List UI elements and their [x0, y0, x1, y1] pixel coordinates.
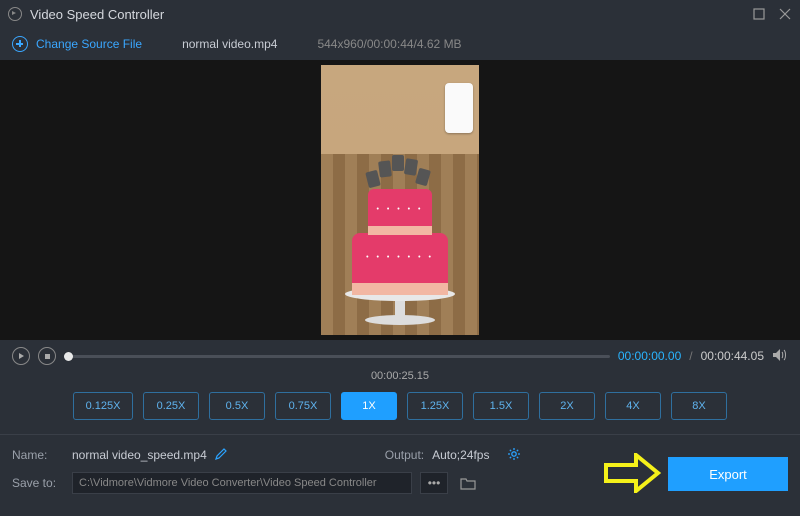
time-current: 00:00:00.00	[618, 349, 681, 363]
saveto-path-input[interactable]: C:\Vidmore\Vidmore Video Converter\Video…	[72, 472, 412, 494]
source-meta: 544x960/00:00:44/4.62 MB	[317, 37, 461, 51]
output-name-value: normal video_speed.mp4	[72, 448, 207, 462]
export-panel: Name: normal video_speed.mp4 Output: Aut…	[0, 443, 800, 495]
speed-selector-row: 0.125X 0.25X 0.5X 0.75X 1X 1.25X 1.5X 2X…	[0, 390, 800, 434]
app-logo-icon	[8, 7, 22, 21]
close-button[interactable]	[778, 7, 792, 21]
change-source-button[interactable]: Change Source File	[12, 36, 142, 52]
seek-bar[interactable]	[64, 355, 610, 358]
plus-circle-icon	[12, 36, 28, 52]
video-preview-area: • • • • •• • • • • • •	[0, 60, 800, 340]
divider	[0, 434, 800, 435]
maximize-button[interactable]	[752, 7, 766, 21]
play-button[interactable]	[12, 347, 30, 365]
change-source-label: Change Source File	[36, 37, 142, 51]
speed-0-25x[interactable]: 0.25X	[143, 392, 199, 420]
speed-1x[interactable]: 1X	[341, 392, 397, 420]
ellipsis-icon: •••	[428, 476, 441, 490]
name-label: Name:	[12, 448, 64, 462]
output-format-value: Auto;24fps	[432, 448, 489, 462]
center-timestamp: 00:00:25.15	[0, 366, 800, 390]
speed-0-125x[interactable]: 0.125X	[73, 392, 133, 420]
speed-8x[interactable]: 8X	[671, 392, 727, 420]
saveto-label: Save to:	[12, 476, 64, 490]
title-bar: Video Speed Controller	[0, 0, 800, 28]
play-icon	[19, 353, 24, 359]
edit-name-button[interactable]	[215, 448, 227, 463]
speed-4x[interactable]: 4X	[605, 392, 661, 420]
app-title: Video Speed Controller	[30, 7, 164, 22]
export-button[interactable]: Export	[668, 457, 788, 491]
playback-controls: 00:00:00.00/00:00:44.05	[0, 340, 800, 366]
speed-1-5x[interactable]: 1.5X	[473, 392, 529, 420]
time-total: 00:00:44.05	[701, 349, 764, 363]
open-folder-button[interactable]	[456, 472, 480, 494]
speed-0-5x[interactable]: 0.5X	[209, 392, 265, 420]
speed-1-25x[interactable]: 1.25X	[407, 392, 463, 420]
output-label: Output:	[385, 448, 424, 462]
stop-button[interactable]	[38, 347, 56, 365]
browse-path-button[interactable]: •••	[420, 472, 448, 494]
source-info-bar: Change Source File normal video.mp4 544x…	[0, 28, 800, 60]
speed-0-75x[interactable]: 0.75X	[275, 392, 331, 420]
source-filename: normal video.mp4	[182, 37, 277, 51]
output-settings-button[interactable]	[507, 447, 521, 464]
seek-head[interactable]	[64, 352, 73, 361]
video-preview[interactable]: • • • • •• • • • • • •	[321, 65, 479, 335]
speed-2x[interactable]: 2X	[539, 392, 595, 420]
stop-icon	[45, 354, 50, 359]
volume-icon[interactable]	[772, 348, 788, 365]
